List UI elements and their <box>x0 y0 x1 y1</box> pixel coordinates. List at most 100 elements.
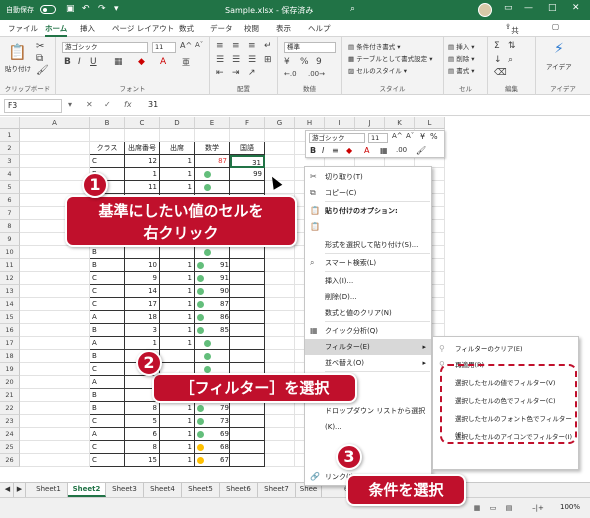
sheet-tab-sheet3[interactable]: Sheet3 <box>106 483 144 497</box>
align-center-icon[interactable]: ☰ <box>232 55 240 65</box>
close-icon[interactable]: ✕ <box>572 3 580 13</box>
cell[interactable] <box>265 129 295 142</box>
cell[interactable] <box>230 298 265 311</box>
align-middle-icon[interactable]: ≡ <box>232 41 240 51</box>
cell[interactable] <box>265 298 295 311</box>
column-header[interactable]: G <box>265 117 295 129</box>
cell[interactable] <box>265 428 295 441</box>
ribbon-display-icon[interactable]: ▭ <box>504 3 513 13</box>
row-header[interactable]: 17 <box>0 337 20 350</box>
cell[interactable] <box>265 272 295 285</box>
cell[interactable] <box>265 441 295 454</box>
row-header[interactable]: 9 <box>0 233 20 246</box>
cell[interactable]: B <box>90 324 125 337</box>
sort-filter-icon[interactable]: ⇅ <box>508 41 516 51</box>
tab-page-layout[interactable]: ページ レイアウト <box>112 23 174 34</box>
format-as-table-button[interactable]: ▦ テーブルとして書式設定 ▾ <box>348 53 432 63</box>
border-icon[interactable]: ▦ <box>114 57 123 67</box>
row-header[interactable]: 22 <box>0 402 20 415</box>
cell[interactable]: 1 <box>160 402 195 415</box>
cell[interactable] <box>195 350 230 363</box>
cell[interactable]: 1 <box>160 168 195 181</box>
cell[interactable]: 10 <box>125 259 160 272</box>
cell[interactable] <box>195 246 230 259</box>
cell[interactable] <box>230 415 265 428</box>
row-header[interactable]: 10 <box>0 246 20 259</box>
cell[interactable] <box>265 415 295 428</box>
column-header[interactable]: A <box>20 117 90 129</box>
align-left-icon[interactable]: ☰ <box>216 55 224 65</box>
tab-view[interactable]: 表示 <box>276 23 291 34</box>
cell[interactable] <box>160 129 195 142</box>
italic-icon[interactable]: I <box>78 57 81 67</box>
active-cell[interactable]: 31 <box>230 155 265 168</box>
cell[interactable]: B <box>90 259 125 272</box>
column-header[interactable]: C <box>125 117 160 129</box>
cell[interactable]: 68 <box>195 441 230 454</box>
mini-font-combo[interactable]: 游ゴシック <box>309 133 365 143</box>
orientation-icon[interactable]: ↗ <box>248 68 256 78</box>
insert-function-icon[interactable]: fx <box>124 100 132 109</box>
row-header[interactable]: 15 <box>0 311 20 324</box>
menu-item-copy[interactable]: ⧉ コピー(C) <box>305 185 431 201</box>
currency-icon[interactable]: ¥ <box>284 57 290 67</box>
column-header[interactable]: I <box>325 117 355 129</box>
increase-decimal-icon[interactable]: ←.0 <box>284 70 297 78</box>
cell[interactable]: 73 <box>195 415 230 428</box>
cell[interactable] <box>230 259 265 272</box>
zoom-slider[interactable]: –|+ <box>518 502 558 516</box>
cell[interactable]: A <box>90 311 125 324</box>
cell[interactable] <box>20 259 90 272</box>
cell[interactable] <box>230 402 265 415</box>
cell[interactable]: 1 <box>160 298 195 311</box>
autosum-icon[interactable]: Σ <box>494 41 500 51</box>
ideas-icon[interactable]: ⚡ <box>554 41 564 57</box>
cell[interactable] <box>265 402 295 415</box>
cut-icon[interactable]: ✂ <box>36 41 44 52</box>
cell[interactable] <box>230 311 265 324</box>
cell[interactable] <box>20 246 90 259</box>
mini-bold-icon[interactable]: B <box>310 146 316 155</box>
tab-help[interactable]: ヘルプ <box>308 23 331 34</box>
maximize-icon[interactable]: □ <box>548 3 557 13</box>
row-header[interactable]: 2 <box>0 142 20 155</box>
cell[interactable]: 90 <box>195 285 230 298</box>
mini-italic-icon[interactable]: I <box>322 146 324 155</box>
cell[interactable] <box>230 246 265 259</box>
menu-item-smart-lookup[interactable]: ⌕ スマート検索(L) <box>305 255 431 271</box>
cell[interactable]: B <box>90 389 125 402</box>
row-header[interactable]: 3 <box>0 155 20 168</box>
cell[interactable] <box>20 311 90 324</box>
save-icon[interactable]: ▣ <box>66 4 75 14</box>
menu-item-dropdown-pick[interactable]: ドロップダウン リストから選択(K)... <box>305 403 431 431</box>
cell[interactable]: B <box>90 402 125 415</box>
cell[interactable] <box>265 454 295 467</box>
cell[interactable]: 1 <box>160 324 195 337</box>
cell[interactable]: 8 <box>125 441 160 454</box>
cell[interactable]: 14 <box>125 285 160 298</box>
cell[interactable] <box>265 324 295 337</box>
sheet-tab-sheet2[interactable]: Sheet2 <box>68 483 106 497</box>
cell[interactable] <box>265 259 295 272</box>
tab-home[interactable]: ホーム <box>45 23 68 37</box>
font-name-combo[interactable]: 游ゴシック <box>62 42 148 53</box>
cell[interactable]: 86 <box>195 311 230 324</box>
menu-item-insert[interactable]: 挿入(I)... <box>305 273 431 289</box>
cell[interactable]: B <box>90 246 125 259</box>
font-size-combo[interactable]: 11 <box>152 42 176 53</box>
page-layout-view-icon[interactable]: ▭ <box>486 502 500 516</box>
cell[interactable] <box>20 415 90 428</box>
column-header[interactable]: L <box>415 117 445 129</box>
row-header[interactable]: 24 <box>0 428 20 441</box>
sheet-tab-sheet7[interactable]: Sheet7 <box>258 483 296 497</box>
row-header[interactable]: 1 <box>0 129 20 142</box>
comment-icon[interactable]: ▢ <box>552 22 559 31</box>
cell[interactable] <box>230 181 265 194</box>
paste-button[interactable]: 貼り付け <box>5 63 31 73</box>
cell[interactable] <box>20 272 90 285</box>
font-color-icon[interactable]: A <box>160 57 166 67</box>
cell[interactable] <box>230 441 265 454</box>
indent-increase-icon[interactable]: ⇥ <box>232 68 240 78</box>
column-header[interactable]: H <box>295 117 325 129</box>
cell[interactable] <box>160 246 195 259</box>
